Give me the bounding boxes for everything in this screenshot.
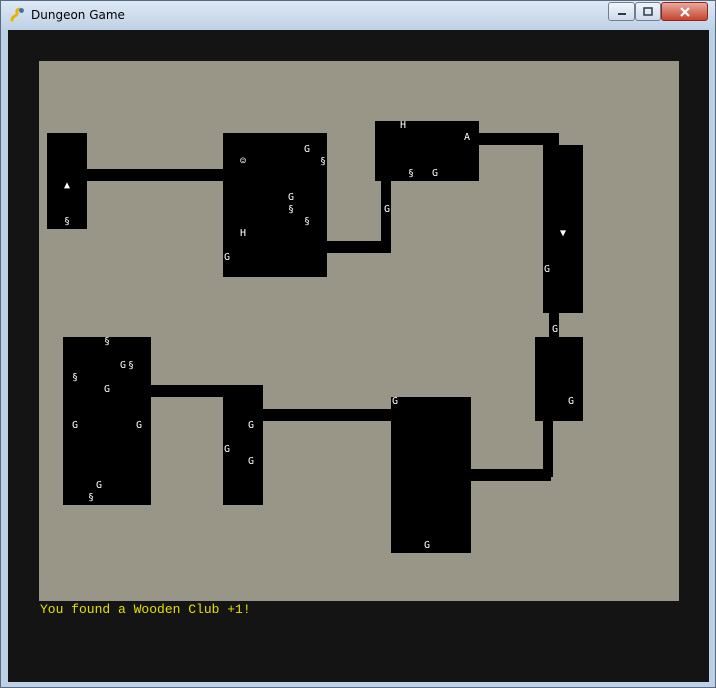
goblin-enemy: G — [287, 192, 295, 203]
maximize-button[interactable] — [635, 2, 661, 21]
corridor — [151, 385, 223, 397]
health-potion: H — [239, 228, 247, 239]
stairs-down-icon: ▼ — [559, 228, 567, 239]
stairs-up-icon: ▲ — [63, 180, 71, 191]
maximize-icon — [643, 6, 653, 16]
goblin-enemy: G — [423, 540, 431, 551]
goblin-enemy: G — [303, 144, 311, 155]
corridor — [381, 181, 391, 253]
weapon-item: A — [463, 132, 471, 143]
close-icon — [679, 6, 690, 17]
room — [535, 337, 583, 421]
minimize-button[interactable] — [608, 2, 635, 21]
room — [391, 397, 471, 553]
room — [375, 121, 479, 181]
goblin-enemy: G — [71, 420, 79, 431]
close-button[interactable] — [661, 2, 708, 21]
treasure-item: § — [303, 216, 311, 227]
pygame-snake-icon — [10, 7, 24, 22]
dungeon-map: ▲ § ☺ G § G § § H G H A § G G ▼ G G § G … — [39, 61, 679, 601]
treasure-item: § — [63, 216, 71, 227]
goblin-enemy: G — [551, 324, 559, 335]
game-window: Dungeon Game ▲ § ☺ G § G § § H G H A § G… — [0, 0, 716, 688]
corridor — [87, 169, 223, 181]
game-canvas[interactable]: ▲ § ☺ G § G § § H G H A § G G ▼ G G § G … — [8, 30, 709, 682]
treasure-item: § — [71, 372, 79, 383]
goblin-enemy: G — [223, 444, 231, 455]
goblin-enemy: G — [431, 168, 439, 179]
minimize-icon — [617, 12, 626, 15]
goblin-enemy: G — [223, 252, 231, 263]
corridor — [479, 133, 559, 145]
goblin-enemy: G — [383, 204, 391, 215]
goblin-enemy: G — [247, 420, 255, 431]
goblin-enemy: G — [391, 396, 399, 407]
corridor — [471, 469, 551, 481]
treasure-item: § — [319, 156, 327, 167]
window-title: Dungeon Game — [31, 8, 125, 22]
treasure-item: § — [127, 360, 135, 371]
goblin-enemy: G — [95, 480, 103, 491]
treasure-item: § — [287, 204, 295, 215]
goblin-enemy: G — [103, 384, 111, 395]
treasure-item: § — [407, 168, 415, 179]
treasure-item: § — [103, 336, 111, 347]
player-icon: ☺ — [239, 156, 247, 167]
goblin-enemy: G — [135, 420, 143, 431]
treasure-item: § — [87, 492, 95, 503]
goblin-enemy: G — [247, 456, 255, 467]
corridor — [263, 409, 391, 421]
status-message: You found a Wooden Club +1! — [40, 602, 251, 617]
goblin-enemy: G — [567, 396, 575, 407]
corridor — [543, 421, 553, 477]
goblin-enemy: G — [543, 264, 551, 275]
health-potion: H — [399, 120, 407, 131]
title-bar[interactable]: Dungeon Game — [1, 1, 715, 30]
